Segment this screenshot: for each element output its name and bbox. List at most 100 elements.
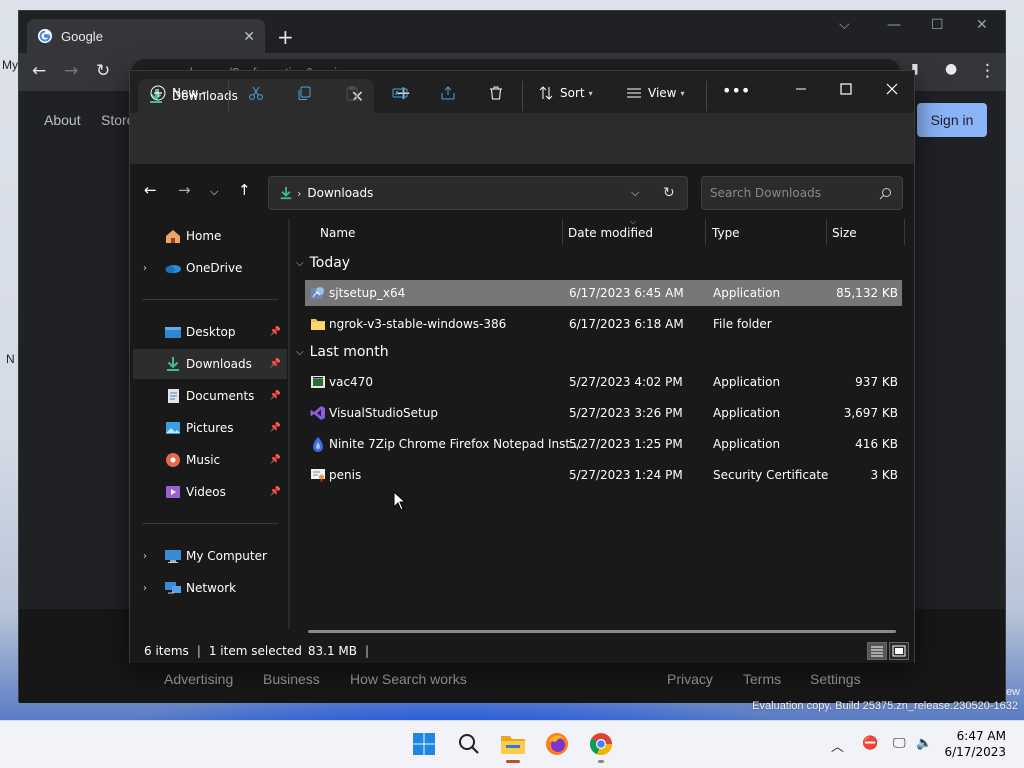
reload-icon[interactable]: ↻ bbox=[96, 61, 110, 81]
about-link[interactable]: About bbox=[44, 112, 81, 128]
recent-locations-chevron-icon[interactable]: ⌵ bbox=[210, 185, 218, 199]
horizontal-scrollbar[interactable] bbox=[308, 630, 896, 633]
pin-icon[interactable]: 📌 bbox=[270, 391, 281, 401]
forward-arrow-icon[interactable]: → bbox=[178, 181, 191, 199]
close-icon[interactable]: ✕ bbox=[976, 17, 988, 33]
rename-button[interactable] bbox=[392, 85, 408, 101]
footer-link-terms[interactable]: Terms bbox=[743, 671, 781, 687]
column-header-date-modified[interactable]: Date modified bbox=[568, 226, 653, 240]
column-separator[interactable] bbox=[562, 219, 563, 245]
new-tab-icon[interactable]: + bbox=[277, 25, 294, 49]
sidebar-item-my-computer[interactable]: › My Computer bbox=[133, 541, 287, 571]
close-button[interactable] bbox=[869, 75, 915, 103]
tiles-view-button[interactable] bbox=[889, 642, 909, 660]
footer-link-business[interactable]: Business bbox=[263, 671, 320, 687]
view-button[interactable]: View ▾ bbox=[626, 85, 685, 101]
search-button[interactable] bbox=[455, 730, 483, 758]
share-button[interactable] bbox=[440, 85, 456, 101]
taskbar-file-explorer[interactable] bbox=[499, 730, 527, 758]
group-header-today[interactable]: ⌵ Today bbox=[296, 255, 350, 271]
file-row[interactable]: Ninite 7Zip Chrome Firefox Notepad Inst.… bbox=[305, 431, 902, 457]
sign-in-button[interactable]: Sign in bbox=[917, 103, 987, 137]
breadcrumb-chevron-icon: › bbox=[297, 186, 302, 200]
pin-icon[interactable]: 📌 bbox=[270, 487, 281, 497]
file-row[interactable]: sjtsetup_x64 6/17/2023 6:45 AM Applicati… bbox=[305, 280, 902, 306]
more-options-icon[interactable]: ••• bbox=[722, 81, 750, 100]
file-row[interactable]: vac470 5/27/2023 4:02 PM Application 937… bbox=[305, 369, 902, 395]
view-lines-icon bbox=[627, 88, 641, 98]
group-header-last-month[interactable]: ⌵ Last month bbox=[296, 344, 389, 360]
copy-button[interactable] bbox=[296, 85, 312, 101]
column-header-type[interactable]: Type bbox=[712, 226, 740, 240]
sidebar-item-pictures[interactable]: Pictures 📌 bbox=[133, 413, 287, 443]
column-header-size[interactable]: Size bbox=[832, 226, 857, 240]
footer-link-advertising[interactable]: Advertising bbox=[164, 671, 233, 687]
new-button[interactable]: New ▾ bbox=[150, 85, 206, 101]
start-button[interactable] bbox=[410, 730, 438, 758]
details-view-button[interactable] bbox=[867, 642, 887, 660]
file-row[interactable]: ngrok-v3-stable-windows-386 6/17/2023 6:… bbox=[305, 311, 902, 337]
paste-button[interactable] bbox=[344, 85, 360, 101]
chevron-down-icon[interactable]: ⌵ bbox=[631, 186, 639, 200]
chevron-down-icon[interactable]: ⌵ bbox=[839, 17, 850, 33]
sidebar-item-downloads[interactable]: Downloads 📌 bbox=[133, 349, 287, 379]
footer-link-how-search-works[interactable]: How Search works bbox=[350, 671, 467, 687]
footer-link-settings[interactable]: Settings bbox=[810, 671, 861, 687]
sidebar-item-home[interactable]: Home bbox=[133, 221, 287, 251]
breadcrumb-downloads[interactable]: Downloads bbox=[307, 186, 373, 200]
chevron-right-icon[interactable]: › bbox=[143, 263, 147, 274]
taskbar-chrome[interactable] bbox=[587, 730, 615, 758]
file-row[interactable]: penis 5/27/2023 1:24 PM Security Certifi… bbox=[305, 462, 902, 488]
network-status-icon[interactable]: 🖵 bbox=[893, 736, 906, 751]
pin-icon[interactable]: 📌 bbox=[270, 455, 281, 465]
firefox-icon bbox=[546, 733, 568, 755]
chrome-tab-google[interactable]: Google ✕ bbox=[27, 19, 265, 53]
minimize-icon[interactable]: — bbox=[887, 17, 901, 33]
close-icon bbox=[886, 83, 898, 95]
sidebar-item-desktop[interactable]: Desktop 📌 bbox=[133, 317, 287, 347]
sidebar-item-videos[interactable]: Videos 📌 bbox=[133, 477, 287, 507]
file-row[interactable]: VisualStudioSetup 5/27/2023 3:26 PM Appl… bbox=[305, 400, 902, 426]
usb-drive-icon[interactable]: ⛔ bbox=[862, 736, 878, 751]
chevron-right-icon[interactable]: › bbox=[143, 551, 147, 562]
file-size: 416 KB bbox=[855, 437, 898, 451]
chevron-up-icon[interactable]: ︿ bbox=[831, 736, 844, 755]
delete-button[interactable] bbox=[488, 85, 504, 101]
sidebar-item-onedrive[interactable]: › OneDrive bbox=[133, 253, 287, 283]
file-type: Application bbox=[713, 375, 781, 389]
pin-icon[interactable]: 📌 bbox=[270, 423, 281, 433]
sidebar-item-documents[interactable]: Documents 📌 bbox=[133, 381, 287, 411]
column-header-name[interactable]: Name bbox=[320, 226, 355, 240]
chevron-right-icon[interactable]: › bbox=[143, 583, 147, 594]
close-icon[interactable]: ✕ bbox=[243, 28, 255, 45]
pin-icon[interactable]: 📌 bbox=[270, 327, 281, 337]
footer-link-privacy[interactable]: Privacy bbox=[667, 671, 713, 687]
pin-icon[interactable]: 📌 bbox=[270, 359, 281, 369]
maximize-icon[interactable]: ☐ bbox=[931, 17, 944, 33]
address-bar[interactable]: › Downloads ⌵ ↻ bbox=[268, 176, 688, 210]
desktop-icon-label[interactable]: My bbox=[2, 58, 18, 72]
cut-button[interactable] bbox=[248, 85, 264, 101]
profile-icon[interactable]: ● bbox=[945, 61, 957, 77]
back-arrow-icon[interactable]: ← bbox=[32, 61, 46, 81]
file-type: File folder bbox=[713, 317, 772, 331]
sort-button[interactable]: Sort ▾ bbox=[538, 85, 593, 101]
menu-dots-icon[interactable]: ⋮ bbox=[979, 61, 996, 81]
column-separator[interactable] bbox=[904, 219, 905, 245]
taskbar-firefox[interactable] bbox=[543, 730, 571, 758]
sidebar-item-network[interactable]: › Network bbox=[133, 573, 287, 603]
refresh-icon[interactable]: ↻ bbox=[663, 185, 675, 201]
forward-arrow-icon[interactable]: → bbox=[64, 61, 78, 81]
volume-icon[interactable]: 🔈 bbox=[916, 736, 932, 751]
minimize-button[interactable] bbox=[778, 75, 824, 103]
back-arrow-icon[interactable]: ← bbox=[144, 181, 157, 199]
sidebar-item-music[interactable]: Music 📌 bbox=[133, 445, 287, 475]
maximize-button[interactable] bbox=[823, 75, 869, 103]
desktop-icon-label[interactable]: N bbox=[6, 352, 15, 366]
search-input[interactable]: Search Downloads bbox=[701, 176, 903, 210]
up-arrow-icon[interactable]: ↑ bbox=[238, 181, 251, 199]
file-date: 5/27/2023 4:02 PM bbox=[569, 375, 683, 389]
taskbar-clock[interactable]: 6:47 AM 6/17/2023 bbox=[944, 728, 1006, 760]
column-separator[interactable] bbox=[705, 219, 706, 245]
column-separator[interactable] bbox=[826, 219, 827, 245]
